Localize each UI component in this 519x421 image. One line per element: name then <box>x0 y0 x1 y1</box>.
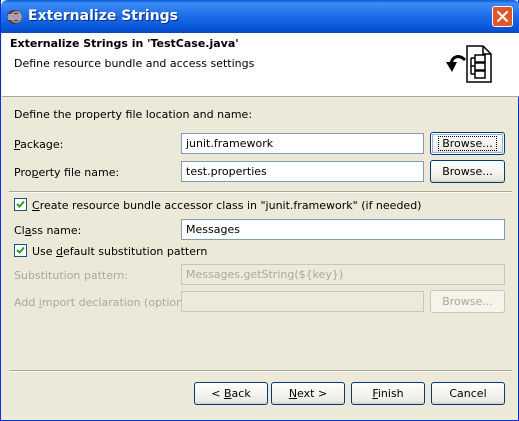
close-button[interactable] <box>492 6 513 27</box>
finish-button[interactable]: Finish <box>351 382 425 405</box>
property-file-browse-button[interactable]: Browse... <box>430 160 505 183</box>
footer-separator <box>9 370 512 372</box>
default-pattern-label: Use default substitution pattern <box>32 245 208 258</box>
package-label: Package: <box>14 138 64 151</box>
substitution-pattern-label: Substitution pattern: <box>14 269 129 282</box>
wizard-description: Define resource bundle and access settin… <box>14 57 255 70</box>
eclipse-app-icon <box>7 10 22 24</box>
window-title: Externalize Strings <box>28 8 179 24</box>
back-button[interactable]: < Back <box>194 382 268 405</box>
title-bar[interactable]: Externalize Strings <box>1 0 519 33</box>
dialog-window: Externalize Strings Externalize Strings … <box>0 0 519 421</box>
property-file-label: Property file name: <box>14 166 120 179</box>
externalize-wizard-icon <box>446 45 492 83</box>
add-import-browse-button[interactable]: Browse... <box>430 290 505 313</box>
package-input[interactable]: junit.framework <box>181 133 424 154</box>
wizard-header: Externalize Strings in 'TestCase.java' D… <box>2 33 519 97</box>
checkmark-icon <box>16 246 25 254</box>
close-icon <box>497 11 508 22</box>
property-file-input[interactable]: test.properties <box>181 161 424 182</box>
checkmark-icon <box>16 200 25 208</box>
cancel-button[interactable]: Cancel <box>431 382 505 405</box>
separator <box>9 191 512 193</box>
add-import-label: Add import declaration (optional): <box>14 296 201 309</box>
class-name-label: Class name: <box>14 224 82 237</box>
create-accessor-label: Create resource bundle accessor class in… <box>32 199 422 212</box>
default-pattern-checkbox[interactable] <box>14 244 27 257</box>
next-button[interactable]: Next > <box>271 382 345 405</box>
class-name-input[interactable]: Messages <box>181 219 505 240</box>
wizard-title: Externalize Strings in 'TestCase.java' <box>10 37 239 50</box>
create-accessor-checkbox[interactable] <box>14 198 27 211</box>
package-browse-button[interactable]: Browse... <box>430 132 505 155</box>
property-location-heading: Define the property file location and na… <box>14 108 253 121</box>
add-import-input[interactable] <box>181 291 424 312</box>
substitution-pattern-input[interactable]: Messages.getString(${key}) <box>181 264 505 285</box>
